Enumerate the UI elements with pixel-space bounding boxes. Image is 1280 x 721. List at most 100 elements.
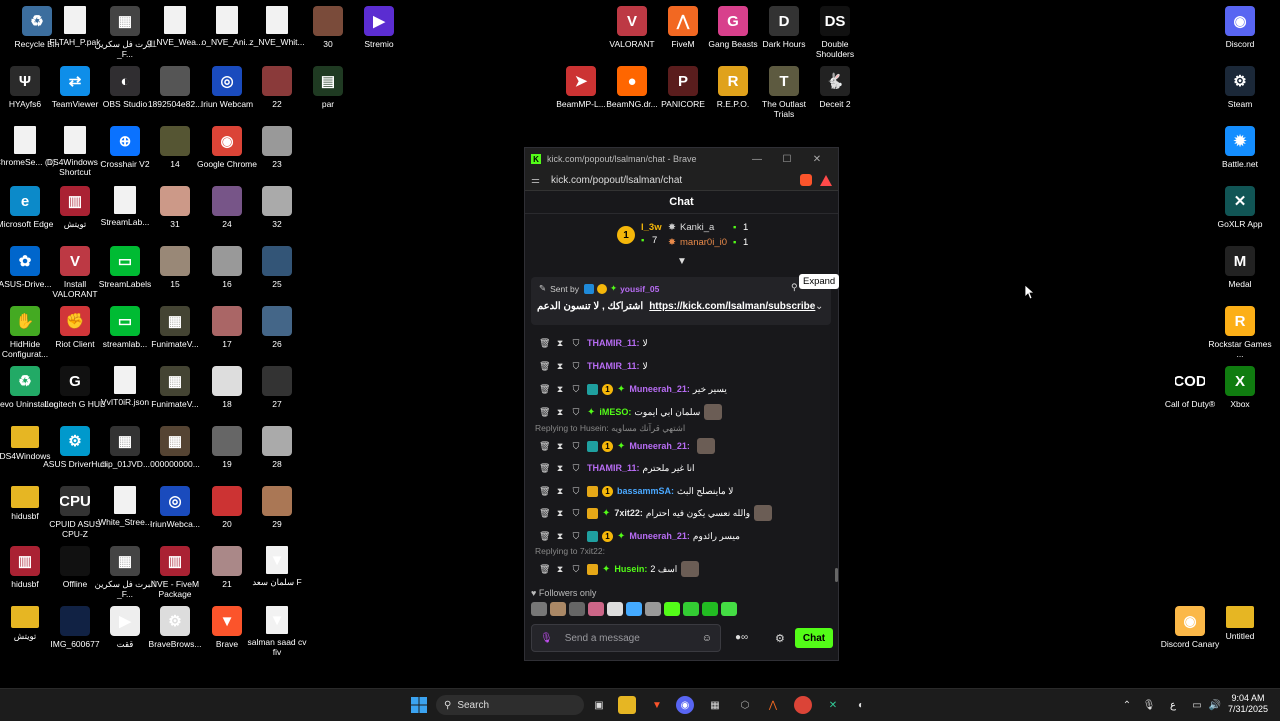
- emote-button[interactable]: [588, 602, 604, 616]
- desktop-icon[interactable]: 🐇 Deceit 2: [802, 66, 868, 109]
- desktop-icon[interactable]: ✕ GoXLR App: [1207, 186, 1273, 229]
- desktop-icon[interactable]: ▼ salman saad cv fiv: [244, 606, 310, 657]
- language-indicator[interactable]: ع: [1164, 696, 1182, 714]
- desktop-icon[interactable]: 28: [244, 426, 310, 469]
- delete-message-icon[interactable]: 🗑: [539, 384, 550, 395]
- delete-message-icon[interactable]: 🗑: [539, 407, 550, 418]
- store-taskbar-icon[interactable]: ▦: [706, 696, 724, 714]
- chat-username[interactable]: THAMIR_11:: [587, 463, 640, 473]
- taskbar-search[interactable]: ⚲ Search: [436, 695, 584, 715]
- delete-message-icon[interactable]: 🗑: [539, 463, 550, 474]
- chat-username[interactable]: THAMIR_11:: [587, 338, 640, 348]
- minimize-button[interactable]: —: [742, 154, 772, 165]
- address-bar[interactable]: ⚌ kick.com/popout/lsalman/chat: [525, 170, 838, 191]
- close-button[interactable]: ✕: [802, 154, 832, 165]
- delete-message-icon[interactable]: 🗑: [539, 441, 550, 452]
- discord-taskbar-icon[interactable]: ◉: [676, 696, 694, 714]
- delete-message-icon[interactable]: 🗑: [539, 338, 550, 349]
- ban-shield-icon[interactable]: ⛉: [571, 338, 581, 349]
- chat-message[interactable]: 🗑 ⧗ ⛉ ✦ Husein: اسف 2: [539, 560, 829, 578]
- chat-username[interactable]: iMESO:: [599, 407, 631, 417]
- desktop-icon[interactable]: 32: [244, 186, 310, 229]
- desktop-icon[interactable]: M Medal: [1207, 246, 1273, 289]
- timeout-icon[interactable]: ⧗: [555, 338, 565, 349]
- delete-message-icon[interactable]: 🗑: [539, 486, 550, 497]
- desktop-icon[interactable]: 27: [244, 366, 310, 409]
- desktop-icon[interactable]: ◉ Discord: [1207, 6, 1273, 49]
- desktop-icon[interactable]: 23: [244, 126, 310, 169]
- brave-shields-icon[interactable]: [800, 174, 812, 186]
- chevron-down-icon[interactable]: ⌄: [815, 301, 823, 312]
- mic-tray-icon[interactable]: 🎙: [1140, 696, 1158, 714]
- desktop-icon[interactable]: 26: [244, 306, 310, 349]
- file-explorer-icon[interactable]: [618, 696, 636, 714]
- chat-username[interactable]: Muneerah_21:: [629, 531, 690, 541]
- emoji-icon[interactable]: ☺: [702, 633, 712, 644]
- chat-message[interactable]: 🗑 ⧗ ⛉ 1 ✦ Muneerah_21: يسير خير: [539, 380, 829, 398]
- desktop-icon[interactable]: ⚙ Steam: [1207, 66, 1273, 109]
- send-chat-button[interactable]: Chat: [795, 628, 833, 648]
- chat-username[interactable]: Husein:: [614, 564, 647, 574]
- pinned-sender[interactable]: yousif_05: [620, 284, 659, 294]
- desktop-icon[interactable]: DS Double Shoulders: [802, 6, 868, 59]
- desktop-icon[interactable]: X Xbox: [1207, 366, 1273, 409]
- ban-shield-icon[interactable]: ⛉: [571, 441, 581, 452]
- brave-taskbar-icon[interactable]: ▼: [648, 696, 666, 714]
- chat-message[interactable]: 🗑 ⧗ ⛉ 1 bassammSA: لا ماينصلح البث: [539, 482, 829, 500]
- emote-button[interactable]: [645, 602, 661, 616]
- desktop-icon[interactable]: ▶ Stremio: [346, 6, 412, 49]
- desktop-icon[interactable]: ✹ Battle.net: [1207, 126, 1273, 169]
- mic-icon[interactable]: 🎙: [540, 633, 553, 644]
- chrome-taskbar-icon[interactable]: [794, 696, 812, 714]
- pinned-message[interactable]: ✎ Sent by ✦ yousif_05 اشتراكك , لا تنسون…: [531, 277, 831, 325]
- message-input[interactable]: 🎙 Send a message ☺: [531, 624, 721, 652]
- windows-start-icon[interactable]: [410, 696, 428, 714]
- timeout-icon[interactable]: ⧗: [555, 463, 565, 474]
- desktop-icon[interactable]: ▤ par: [295, 66, 361, 109]
- clock[interactable]: 9:04 AM 7/31/2025: [1226, 693, 1270, 715]
- emote-button[interactable]: [550, 602, 566, 616]
- delete-message-icon[interactable]: 🗑: [539, 508, 550, 519]
- obs-taskbar-icon[interactable]: ◐: [852, 696, 870, 714]
- delete-message-icon[interactable]: 🗑: [539, 361, 550, 372]
- desktop-icon[interactable]: 25: [244, 246, 310, 289]
- settings-gear-icon[interactable]: ⚙: [775, 632, 785, 645]
- timeout-icon[interactable]: ⧗: [555, 441, 565, 452]
- emote-button[interactable]: [664, 602, 680, 616]
- tray-chevron-icon[interactable]: ⌃: [1118, 696, 1136, 714]
- chat-username[interactable]: bassammSA:: [617, 486, 674, 496]
- delete-message-icon[interactable]: 🗑: [539, 531, 550, 542]
- chat-message[interactable]: 🗑 ⧗ ⛉ 1 ✦ Muneerah_21: ميسر رائدوم: [539, 527, 829, 545]
- chat-message[interactable]: 🗑 ⧗ ⛉ ✦ iMESO: سلمان ابي ايموت: [539, 403, 829, 421]
- maximize-button[interactable]: ☐: [772, 154, 802, 165]
- ban-shield-icon[interactable]: ⛉: [571, 508, 581, 519]
- emote-button[interactable]: [607, 602, 623, 616]
- emote-button[interactable]: [683, 602, 699, 616]
- timeout-icon[interactable]: ⧗: [555, 486, 565, 497]
- chat-message[interactable]: 🗑 ⧗ ⛉ ✦ 7xit22: والله نعسي يكون فيه احترام: [539, 504, 829, 522]
- chat-username[interactable]: Muneerah_21:: [629, 441, 690, 451]
- ban-shield-icon[interactable]: ⛉: [571, 463, 581, 474]
- ban-shield-icon[interactable]: ⛉: [571, 361, 581, 372]
- brave-rewards-icon[interactable]: [820, 174, 832, 186]
- site-settings-icon[interactable]: ⚌: [531, 175, 545, 186]
- volume-tray-icon[interactable]: 🔊: [1206, 696, 1224, 714]
- ban-shield-icon[interactable]: ⛉: [571, 531, 581, 542]
- chat-scrollbar[interactable]: [835, 568, 838, 582]
- fivem-taskbar-icon[interactable]: ⋀: [764, 696, 782, 714]
- emote-button[interactable]: [569, 602, 585, 616]
- display-tray-icon[interactable]: ▭: [1188, 696, 1206, 714]
- delete-message-icon[interactable]: 🗑: [539, 564, 550, 575]
- ban-shield-icon[interactable]: ⛉: [571, 384, 581, 395]
- collapse-arrow-icon[interactable]: ▼: [677, 256, 687, 267]
- timeout-icon[interactable]: ⧗: [555, 407, 565, 418]
- desktop-icon[interactable]: 29: [244, 486, 310, 529]
- reply-context[interactable]: Replying to 7xit22:: [535, 546, 605, 556]
- chat-message[interactable]: 🗑 ⧗ ⛉ THAMIR_11: انا غير ملحترم: [539, 459, 829, 477]
- timeout-icon[interactable]: ⧗: [555, 531, 565, 542]
- timeout-icon[interactable]: ⧗: [555, 508, 565, 519]
- subscribe-link[interactable]: https://kick.com/lsalman/subscribe: [649, 301, 815, 312]
- kick-emotes-icon[interactable]: ●∞: [735, 632, 748, 643]
- emote-button[interactable]: [531, 602, 547, 616]
- timeout-icon[interactable]: ⧗: [555, 384, 565, 395]
